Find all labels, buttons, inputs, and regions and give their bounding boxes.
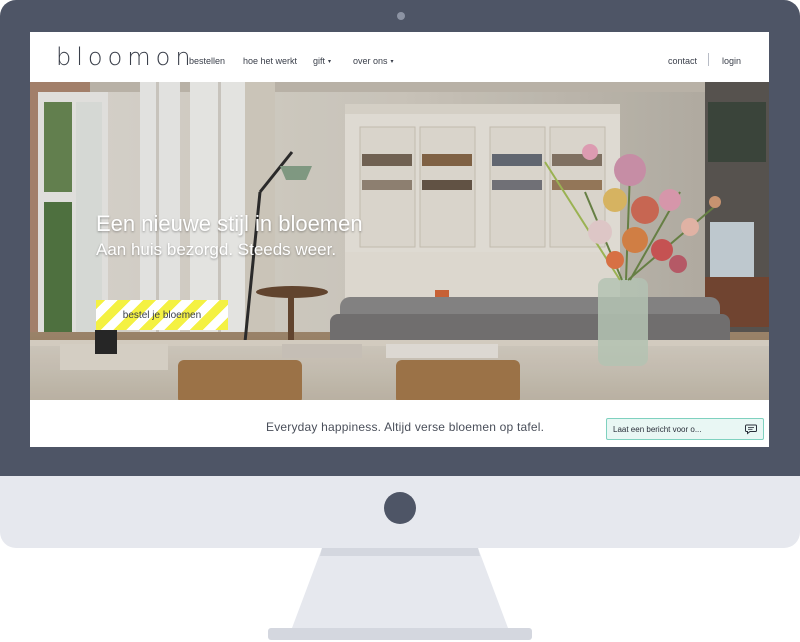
monitor-stand — [268, 548, 532, 640]
